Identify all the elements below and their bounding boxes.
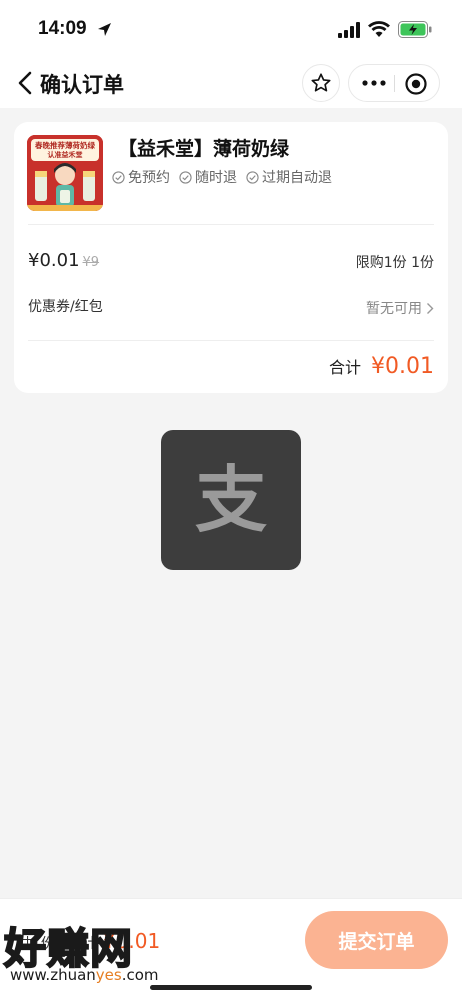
divider bbox=[28, 224, 434, 225]
price-current: ¥0.01 bbox=[28, 250, 80, 271]
check-circle-icon bbox=[179, 170, 192, 184]
location-arrow-icon bbox=[98, 23, 111, 36]
close-target-icon[interactable] bbox=[404, 72, 428, 96]
coupon-selector[interactable]: 暂无可用 bbox=[366, 298, 434, 318]
favorite-button[interactable] bbox=[302, 64, 340, 102]
coupon-value: 暂无可用 bbox=[366, 301, 422, 317]
check-circle-icon bbox=[112, 170, 125, 184]
service-tags: 免预约 随时退 过期自动退 bbox=[112, 167, 341, 187]
price-row: ¥0.01 ¥9 bbox=[28, 250, 99, 271]
image-caption-bottom: 认准益禾堂 bbox=[48, 150, 83, 159]
purchase-limit: 限购1份 1份 bbox=[355, 255, 434, 271]
chevron-right-icon bbox=[427, 302, 434, 314]
product-title: 【益禾堂】薄荷奶绿 bbox=[118, 138, 290, 160]
tag-no-reservation: 免预约 bbox=[112, 167, 170, 187]
order-card: 春晚推荐薄荷奶绿 认准益禾堂 【益禾堂】薄荷奶绿 免预约 随时退 过期自动退 ¥… bbox=[14, 122, 448, 393]
total-label: 合计 bbox=[329, 358, 362, 377]
svg-text:支: 支 bbox=[195, 458, 267, 542]
product-thumbnail-art: 春晚推荐薄荷奶绿 认准益禾堂 bbox=[27, 135, 103, 211]
tag-label: 免预约 bbox=[128, 170, 170, 186]
image-caption-top: 春晚推荐薄荷奶绿 bbox=[35, 140, 95, 150]
check-circle-icon bbox=[246, 170, 259, 184]
more-dots-icon[interactable] bbox=[359, 73, 389, 93]
price-original: ¥9 bbox=[82, 255, 100, 270]
cellular-signal-icon bbox=[338, 22, 360, 38]
bottom-total-amount: ¥0.01 bbox=[102, 929, 161, 953]
status-time: 14:09 bbox=[38, 18, 87, 39]
home-indicator bbox=[150, 985, 312, 990]
nav-bar: 确认订单 bbox=[0, 58, 462, 108]
submit-order-button[interactable]: 提交订单 bbox=[305, 911, 448, 969]
tag-refund-anytime: 随时退 bbox=[179, 167, 237, 187]
alipay-logo: 支 bbox=[161, 430, 301, 570]
bottom-total-label: 共1份，合计 bbox=[18, 936, 97, 952]
alipay-icon: 支 bbox=[195, 458, 267, 542]
total-value: ¥0.01 bbox=[371, 354, 434, 379]
bottom-total: 共1份，合计 ¥0.01 bbox=[18, 929, 160, 953]
mini-program-capsule bbox=[348, 64, 440, 102]
coupon-label: 优惠券/红包 bbox=[28, 299, 103, 315]
page-title: 确认订单 bbox=[40, 74, 124, 97]
bottom-action-bar: 共1份，合计 ¥0.01 提交订单 bbox=[0, 898, 462, 999]
capsule-divider bbox=[394, 75, 395, 92]
product-image[interactable]: 春晚推荐薄荷奶绿 认准益禾堂 bbox=[27, 135, 103, 211]
tag-label: 过期自动退 bbox=[262, 170, 332, 186]
tag-auto-refund: 过期自动退 bbox=[246, 167, 332, 187]
wifi-icon bbox=[368, 21, 390, 37]
total-row: 合计 ¥0.01 bbox=[329, 354, 434, 379]
back-arrow-icon[interactable] bbox=[12, 68, 40, 98]
divider bbox=[28, 340, 434, 341]
status-bar: 14:09 bbox=[0, 0, 462, 58]
star-icon bbox=[311, 73, 331, 92]
tag-label: 随时退 bbox=[195, 170, 237, 186]
battery-charging-icon bbox=[398, 21, 432, 38]
